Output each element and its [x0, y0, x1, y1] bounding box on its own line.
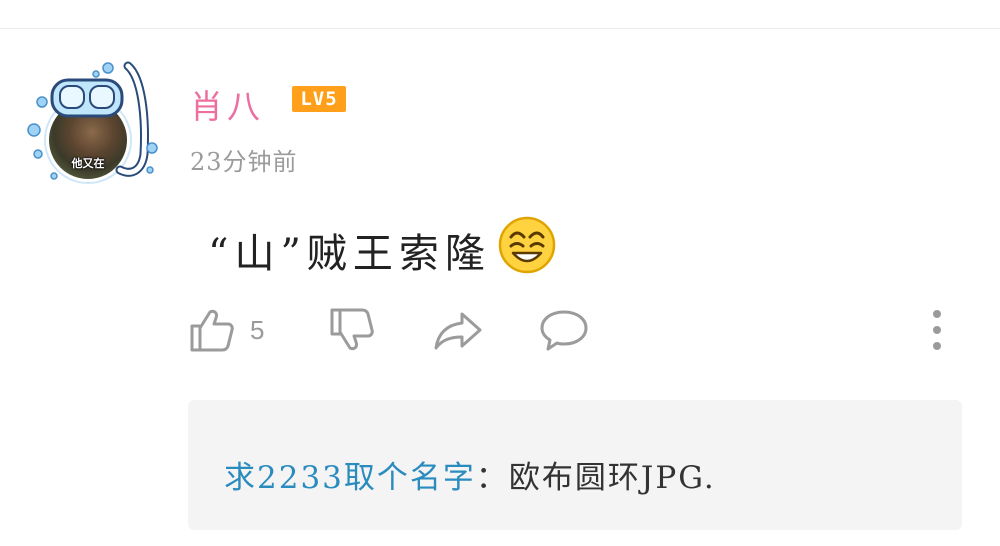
comment-text: “山”贼王索隆 [208, 215, 557, 285]
more-vertical-icon [933, 310, 941, 350]
like-button[interactable]: 5 [188, 306, 264, 354]
more-options-button[interactable] [924, 306, 950, 354]
like-count: 5 [250, 314, 265, 345]
speech-bubble-icon [540, 310, 588, 351]
thumbs-up-icon [190, 309, 234, 352]
reply-body: 欧布圆环JPG. [508, 460, 716, 496]
timestamp: 23分钟前 [190, 148, 298, 176]
reply-separator: ： [475, 460, 509, 496]
grinning-face-emoji-icon [497, 215, 557, 285]
comment-text-content: “山”贼王索隆 [208, 231, 491, 277]
reply-author[interactable]: 求2233取个名字 [224, 460, 476, 496]
username[interactable]: 肖八 [190, 80, 264, 128]
share-arrow-icon [434, 312, 482, 350]
level-badge: LV5 [292, 86, 346, 112]
reply-preview[interactable]: 求2233取个名字：欧布圆环JPG. [188, 400, 962, 530]
diving-mask-frame-icon [27, 61, 158, 180]
thumbs-down-icon [330, 308, 374, 351]
reply-button[interactable] [538, 306, 590, 354]
action-row: 5 [188, 306, 958, 358]
dislike-button[interactable] [328, 306, 376, 354]
reply-line: 求2233取个名字：欧布圆环JPG. [224, 452, 716, 497]
avatar[interactable]: 他又在 [24, 58, 164, 188]
share-button[interactable] [432, 306, 484, 354]
top-divider [0, 28, 1000, 29]
